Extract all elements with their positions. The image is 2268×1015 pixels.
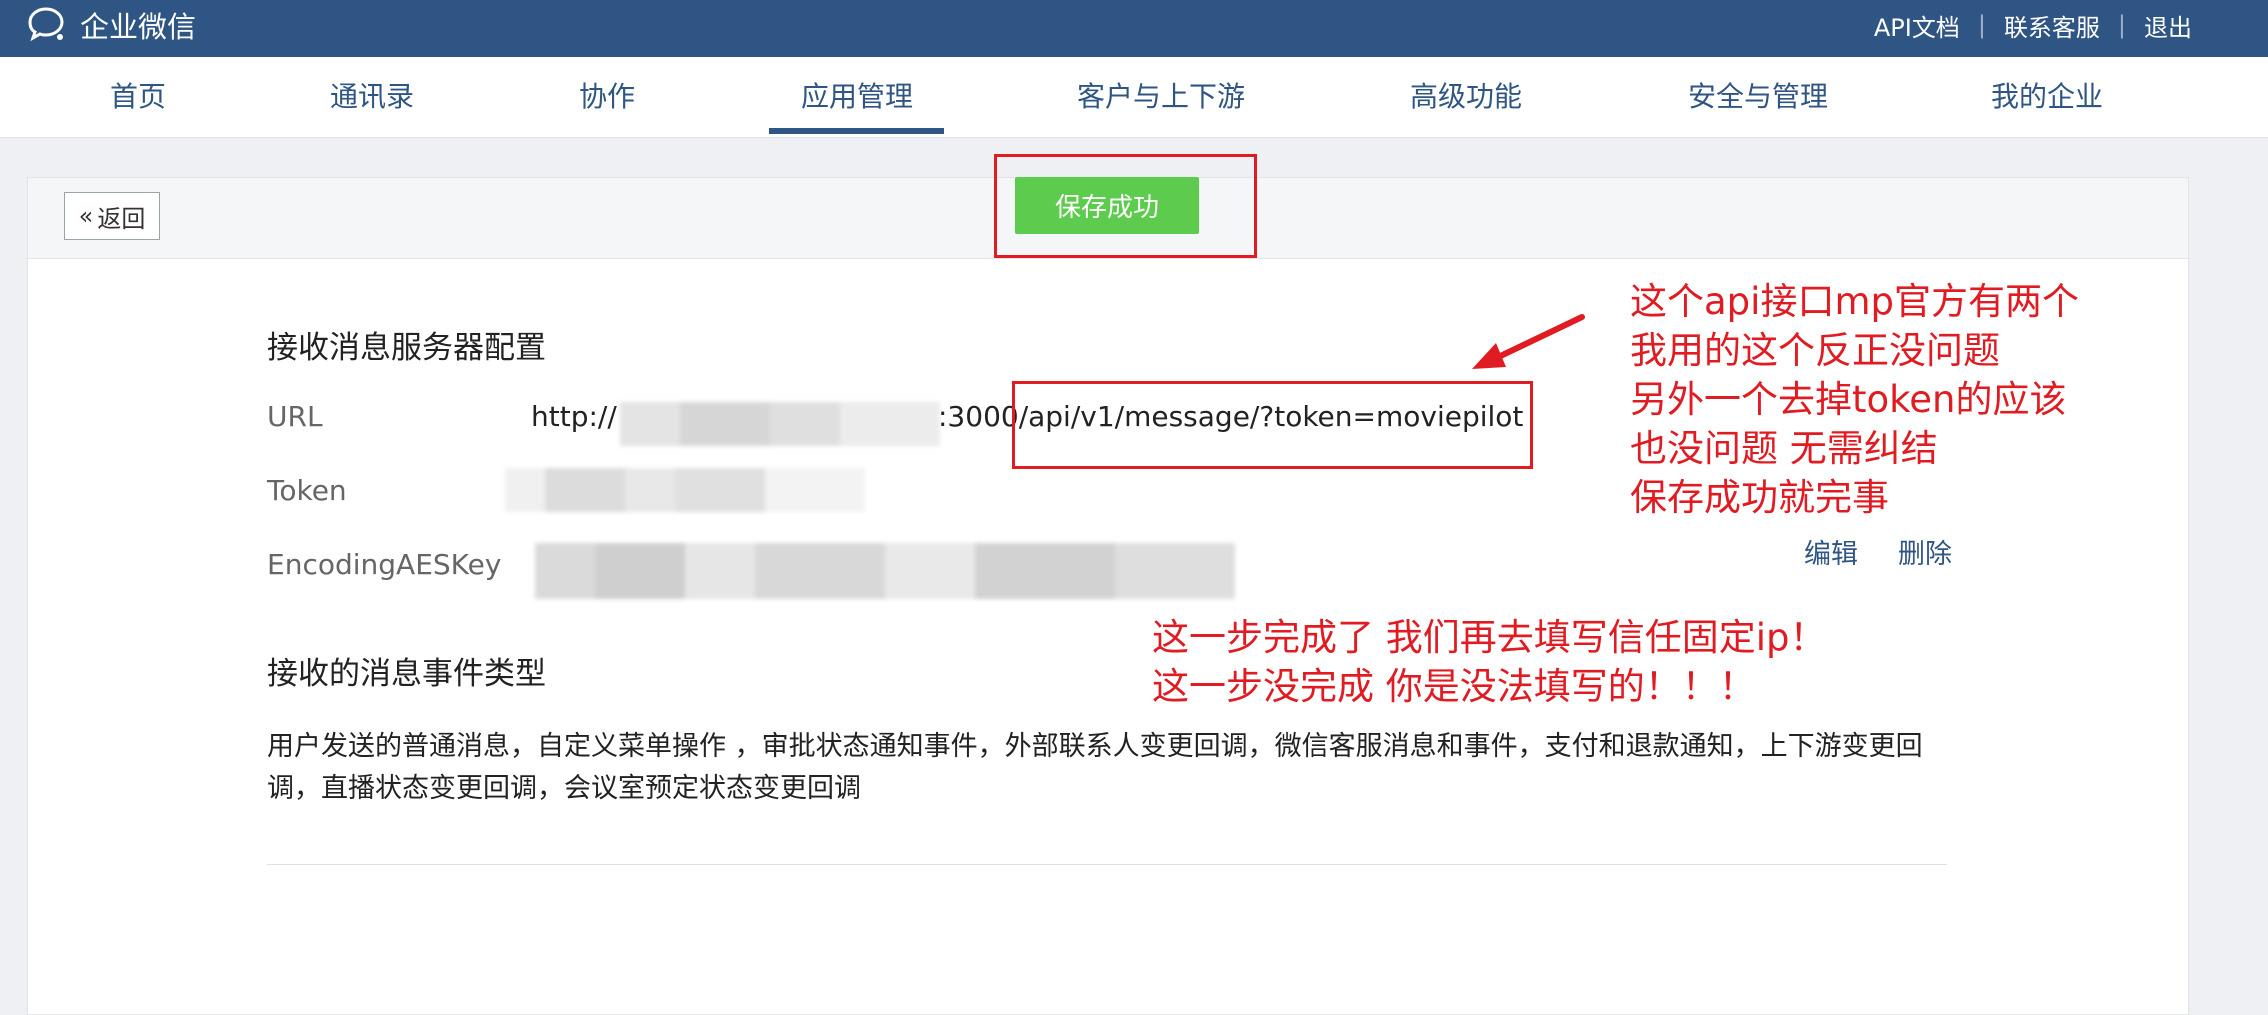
brand[interactable]: 企业微信: [26, 0, 196, 50]
nav-contacts[interactable]: 通讯录: [330, 57, 414, 137]
annotation-line: 这个api接口mp官方有两个: [1630, 280, 2079, 323]
delete-link[interactable]: 删除: [1898, 532, 1952, 571]
main-nav: 首页 通讯录 协作 应用管理 客户与上下游 高级功能 安全与管理 我的企业: [0, 57, 2268, 138]
annotation-line: 我用的这个反正没问题: [1630, 329, 2000, 372]
annotation-line: 也没问题 无需纠结: [1630, 427, 1938, 470]
annotation-line: 保存成功就完事: [1630, 476, 1889, 519]
nav-my-enterprise[interactable]: 我的企业: [1991, 57, 2103, 137]
back-button[interactable]: « 返回: [64, 192, 160, 240]
nav-app-management[interactable]: 应用管理: [801, 57, 913, 137]
annotation-note-bottom: 这一步完成了 我们再去填写信任固定ip！ 这一步没完成 你是没法填写的！！！: [1152, 613, 1827, 711]
annotation-line: 另外一个去掉token的应该: [1630, 378, 2067, 421]
top-links: API文档 | 联系客服 | 退出: [1874, 0, 2192, 50]
events-description: 用户发送的普通消息，自定义菜单操作 ，审批状态通知事件，外部联系人变更回调，微信…: [267, 731, 1923, 804]
config-title: 接收消息服务器配置: [267, 330, 546, 366]
nav-advanced[interactable]: 高级功能: [1410, 57, 1522, 137]
section-divider: [267, 864, 1947, 865]
double-chevron-left-icon: «: [78, 202, 94, 230]
link-separator: |: [2117, 11, 2126, 39]
brand-name: 企业微信: [80, 10, 197, 44]
url-label: URL: [267, 400, 323, 433]
nav-customers[interactable]: 客户与上下游: [1077, 57, 1245, 137]
back-label: 返回: [97, 204, 146, 233]
token-label: Token: [267, 474, 347, 507]
api-docs-link[interactable]: API文档: [1874, 8, 1960, 43]
edit-link[interactable]: 编辑: [1804, 532, 1858, 571]
config-actions: 编辑 删除: [1804, 532, 1952, 571]
annotation-box-url: [1012, 381, 1533, 469]
annotation-box-toast: [994, 154, 1257, 258]
nav-home[interactable]: 首页: [110, 57, 166, 137]
aes-key-redacted: [535, 543, 1235, 599]
wecom-logo-icon: [28, 7, 64, 42]
url-redacted: [620, 402, 940, 446]
nav-security[interactable]: 安全与管理: [1688, 57, 1828, 137]
contact-support-link[interactable]: 联系客服: [2004, 8, 2100, 43]
nav-active-indicator: [769, 128, 944, 134]
annotation-line: 这一步完成了 我们再去填写信任固定ip！: [1152, 616, 1827, 659]
link-separator: |: [1977, 11, 1986, 39]
annotation-arrow-icon: [1472, 314, 1585, 369]
token-redacted: [505, 468, 865, 512]
annotation-line: 这一步没完成 你是没法填写的！！！: [1152, 665, 1756, 708]
nav-collaboration[interactable]: 协作: [579, 57, 635, 137]
annotation-note-right: 这个api接口mp官方有两个 我用的这个反正没问题 另外一个去掉token的应该…: [1630, 277, 2079, 522]
aes-key-label: EncodingAESKey: [267, 548, 502, 581]
top-bar: 企业微信 API文档 | 联系客服 | 退出: [0, 0, 2268, 57]
events-title: 接收的消息事件类型: [267, 656, 546, 692]
url-prefix: http://: [531, 400, 617, 433]
logout-link[interactable]: 退出: [2144, 8, 2192, 43]
